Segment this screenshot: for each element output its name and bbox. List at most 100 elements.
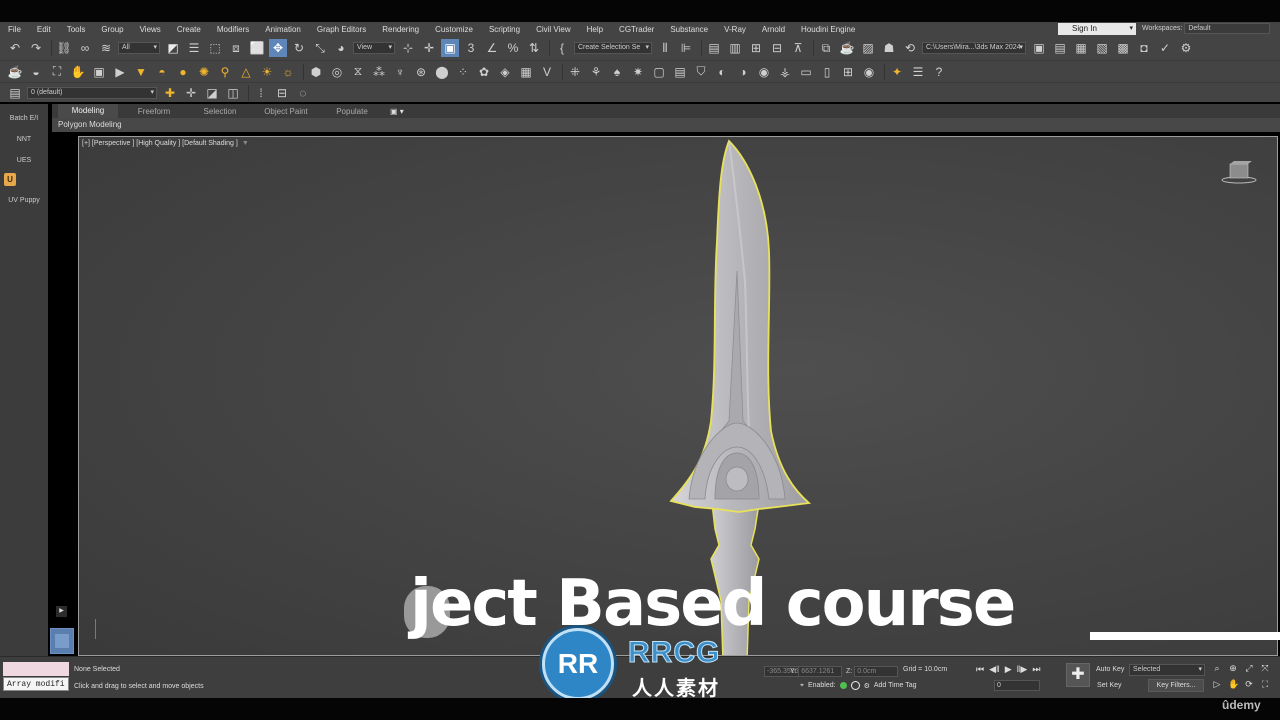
selection-filter-dropdown[interactable]: All [118, 42, 160, 54]
maximize-viewport-icon[interactable]: ⛶ [1260, 679, 1270, 690]
set-key-button[interactable]: Set Key [1097, 682, 1122, 689]
edit-named-selection-icon[interactable]: { [553, 39, 571, 57]
go-to-start-icon[interactable]: ⏮ [976, 664, 984, 675]
tag-icon[interactable]: ⚙ [864, 682, 870, 690]
set-current-layer-icon[interactable]: ◫ [224, 84, 242, 102]
teapot-icon[interactable]: ☕ [6, 63, 24, 81]
mirror-icon[interactable]: ⫴ [656, 39, 674, 57]
isolate-toggle-icon[interactable] [850, 681, 860, 690]
angle-snap-icon[interactable]: ∠ [483, 39, 501, 57]
select-manipulate-icon[interactable]: ✛ [420, 39, 438, 57]
pan-icon[interactable]: ✋ [1228, 679, 1239, 690]
arnold-skydome-icon[interactable]: ✷ [629, 63, 647, 81]
key-filters-button[interactable]: Key Filters... [1148, 679, 1204, 692]
menu-houdini-engine[interactable]: Houdini Engine [793, 25, 863, 34]
maxscript-mini-listener[interactable] [3, 662, 69, 676]
sphere-render-icon[interactable]: ◒ [27, 63, 45, 81]
go-to-end-icon[interactable]: ⏭ [1032, 664, 1040, 675]
menu-graph-editors[interactable]: Graph Editors [309, 25, 374, 34]
schematic-view-icon[interactable]: ⊼ [789, 39, 807, 57]
isolate-icon[interactable]: ⊟ [273, 84, 291, 102]
play-icon[interactable]: ▶ [1005, 664, 1012, 675]
rendered-frame-icon[interactable]: ▨ [859, 39, 877, 57]
zoom-all-icon[interactable]: ⊕ [1228, 663, 1238, 674]
current-layer-dropdown[interactable]: 0 (default) [27, 86, 157, 99]
ribbon-toggle-icon[interactable]: ⊞ [747, 39, 765, 57]
maxscript-input[interactable]: Array modifi [3, 677, 69, 691]
spinner-snap-icon[interactable]: ⇅ [525, 39, 543, 57]
unreal-u-icon[interactable]: U [4, 173, 16, 186]
material-editor-icon[interactable]: ⧉ [817, 39, 835, 57]
select-region-icon[interactable]: ⬜ [248, 39, 266, 57]
select-object-icon[interactable]: ◩ [164, 39, 182, 57]
houdini-list-icon[interactable]: ☰ [909, 63, 927, 81]
vray-enmesh-icon[interactable]: ♆ [391, 63, 409, 81]
camera-icon[interactable]: ⛶ [48, 63, 66, 81]
arnold-physical-sky-icon[interactable]: ◐ [713, 63, 731, 81]
arnold-grid-icon[interactable]: ⊞ [839, 63, 857, 81]
funnel-icon[interactable]: ▼ [242, 140, 249, 147]
menu-civil-view[interactable]: Civil View [528, 25, 579, 34]
vray-sphere-light-icon[interactable]: ● [174, 63, 192, 81]
batch-render-icon[interactable]: ▩ [1114, 39, 1132, 57]
vray-sky-icon[interactable]: ☼ [279, 63, 297, 81]
menu-substance[interactable]: Substance [662, 25, 716, 34]
vray-proxy-icon[interactable]: ⬢ [307, 63, 325, 81]
arnold-mesh-light-icon[interactable]: ⛉ [692, 63, 710, 81]
workspaces-value[interactable]: Default [1184, 23, 1271, 34]
project-folder-icon[interactable]: ▣ [1030, 39, 1048, 57]
vray-clipper-icon[interactable]: ✿ [475, 63, 493, 81]
vray-sun-icon[interactable]: ☀ [258, 63, 276, 81]
tab-selection[interactable]: Selection [190, 107, 250, 116]
viewport-label-text[interactable]: [+] [Perspective ] [High Quality ] [Defa… [82, 140, 238, 147]
help-circle-icon[interactable]: ? [930, 63, 948, 81]
video-camera-icon[interactable]: ▶ [111, 63, 129, 81]
undo-icon[interactable]: ↶ [6, 39, 24, 57]
render-iterative-icon[interactable]: ⟲ [901, 39, 919, 57]
key-mode-dropdown[interactable]: Selected [1129, 664, 1205, 676]
menu-help[interactable]: Help [579, 25, 611, 34]
rect-selection-icon[interactable]: ⬚ [206, 39, 224, 57]
light-icon[interactable]: ✋ [69, 63, 87, 81]
vray-volume-icon[interactable]: ◈ [496, 63, 514, 81]
settings-gear-icon[interactable]: ⚙ [1177, 39, 1195, 57]
pivot-center-icon[interactable]: ⊹ [399, 39, 417, 57]
layer-manager-icon[interactable]: ▤ [6, 84, 24, 102]
arnold-light-icon[interactable]: ♠ [608, 63, 626, 81]
menu-animation[interactable]: Animation [257, 25, 309, 34]
vray-mesh-light-icon[interactable]: ✺ [195, 63, 213, 81]
select-by-name-icon[interactable]: ☰ [185, 39, 203, 57]
arnold-volume-icon[interactable]: ◑ [734, 63, 752, 81]
curve-editor-icon[interactable]: ⊟ [768, 39, 786, 57]
add-time-tag-button[interactable]: Add Time Tag [874, 682, 917, 689]
select-in-layer-icon[interactable]: ◪ [203, 84, 221, 102]
menu-edit[interactable]: Edit [29, 25, 59, 34]
grid-snap-icon[interactable]: ⁞ [252, 84, 270, 102]
tab-freeform[interactable]: Freeform [124, 107, 184, 116]
vray-frame-buffer-icon[interactable]: ▣ [90, 63, 108, 81]
vray-multi-sub-icon[interactable]: ⁘ [454, 63, 472, 81]
coord-y-field[interactable]: 6637.1261 [798, 666, 843, 677]
scene-explorer-icon[interactable]: ▤ [705, 39, 723, 57]
redo-icon[interactable]: ↷ [27, 39, 45, 57]
next-frame-icon[interactable]: ‖▶ [1017, 664, 1028, 675]
enabled-indicator[interactable] [839, 682, 847, 689]
arnold-eye-icon[interactable]: ◉ [860, 63, 878, 81]
menu-tools[interactable]: Tools [59, 25, 94, 34]
menu-customize[interactable]: Customize [427, 25, 481, 34]
menu-create[interactable]: Create [169, 25, 209, 34]
scale-icon[interactable]: ⤡ [311, 39, 329, 57]
vray-plane-light-icon[interactable]: ▼ [132, 63, 150, 81]
coord-z-field[interactable]: 0.0cm [854, 666, 899, 677]
arnold-bulb-icon[interactable]: ⚶ [776, 63, 794, 81]
arnold-photometric-icon[interactable]: ▤ [671, 63, 689, 81]
vray-decal-icon[interactable]: ⊛ [412, 63, 430, 81]
export-icon[interactable]: ▧ [1093, 39, 1111, 57]
workspaces-selector[interactable]: Workspaces: Default [1142, 22, 1271, 36]
link-icon[interactable]: ⛓ [55, 39, 73, 57]
vray-v-logo-icon[interactable]: V [538, 63, 556, 81]
keyboard-shortcut-override-icon[interactable]: ▣ [441, 39, 459, 57]
selection-cube-icon[interactable] [50, 628, 74, 654]
project-path-dropdown[interactable]: C:\Users\Mira...\3ds Max 2024 [922, 42, 1026, 54]
save-file-icon[interactable]: ▦ [1072, 39, 1090, 57]
